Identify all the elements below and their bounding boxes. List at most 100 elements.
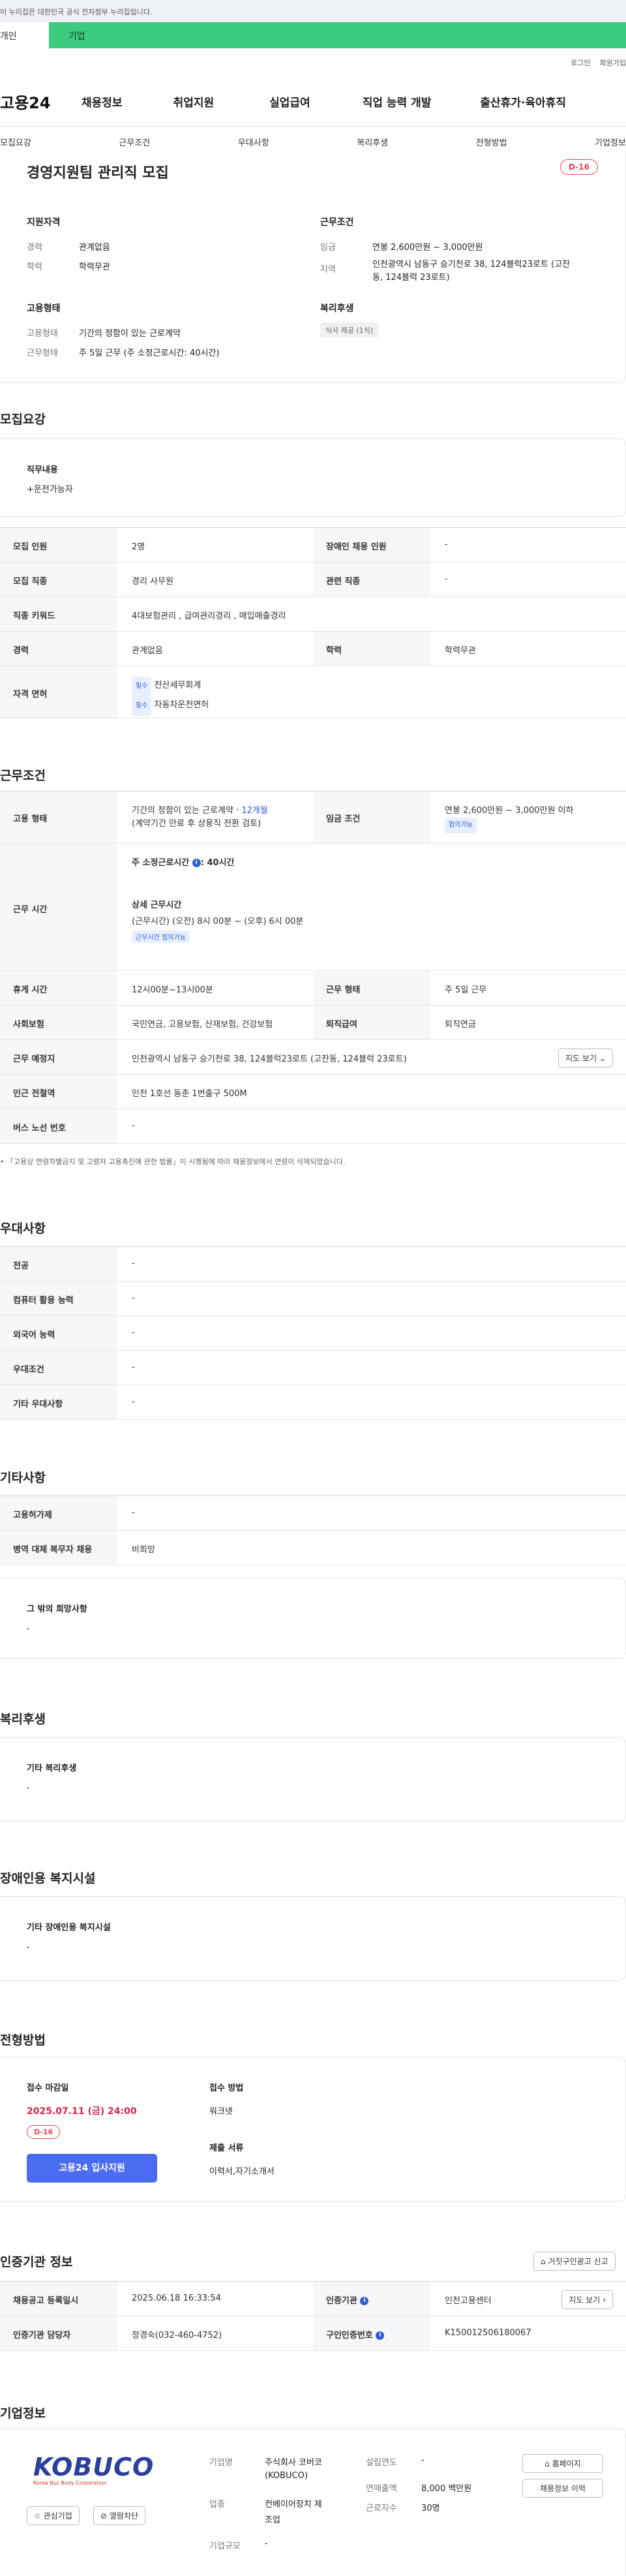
homepage-button[interactable]: ⌂ 홈페이지 <box>522 2454 603 2473</box>
tab-corporate[interactable]: 기업 <box>49 22 626 48</box>
co-size-value: - <box>265 2539 268 2549</box>
hours-chip: 근무시간 협의가능 <box>132 930 190 943</box>
table-row: 사회보험 국민연금, 고용보험, 산재보험, 건강보험 퇴직급여 퇴직연금 <box>0 1005 626 1040</box>
welfare-heading: 복리후생 <box>320 303 354 314</box>
co-industry-value-1: 컨베이어장치 제 <box>265 2500 322 2509</box>
fav-company-button[interactable]: ☆ 관심기업 <box>27 2506 80 2525</box>
etc-value: 비희망 <box>132 1545 155 1555</box>
deadline-label: 접수 마감일 <box>27 2083 69 2093</box>
emp-label: 고용형태 <box>27 329 58 339</box>
co-sales-label: 연매출액 <box>366 2484 397 2494</box>
other-label: 그 밖의 희망사항 <box>27 1604 87 1614</box>
etc-label: 고용허가제 <box>0 1496 117 1530</box>
hours-std-value: : 40시간 <box>200 858 235 868</box>
bus-value: - <box>132 1121 135 1131</box>
wage-value: 연봉 2,600만원 ~ 3,000만원 <box>372 243 483 253</box>
license-list: 필수 전산세무회계 필수 자동차운전면허 <box>117 666 626 718</box>
required-tag: 필수 <box>132 696 152 716</box>
related-label: 관련 직종 <box>313 562 430 596</box>
summary-card: 경영지원팀 관리직 모집 D-16 지원자격 경력 관계없음 학력 학력무관 근… <box>0 151 626 383</box>
report-button-label: 거짓구인광고 신고 <box>548 2257 608 2266</box>
subnav-benefit[interactable]: 복리후생 <box>357 136 388 148</box>
hours-label: 근무 시간 <box>0 844 117 970</box>
duty-card: 직무내용 +운전가능자 <box>0 438 626 517</box>
co-size-label: 기업규모 <box>209 2541 241 2551</box>
table-row: 모집 직종 경리 사무원 관련 직종 - <box>0 562 626 597</box>
place-label: 근무 예정지 <box>0 1040 117 1074</box>
job-title: 경영지원팀 관리직 모집 <box>27 165 169 181</box>
etc-table: 고용허가제 - 병역 대체 복무자 채용 비희망 <box>0 1495 626 1565</box>
info-icon[interactable]: i <box>192 859 201 867</box>
facility-label: 기타 장애인용 복지시설 <box>27 1923 111 1933</box>
related-value: - <box>445 574 448 584</box>
tab-individual[interactable]: 개인 <box>0 22 49 48</box>
retire-label: 퇴직급여 <box>313 1005 430 1039</box>
site-logo[interactable]: 고용24 <box>0 90 82 113</box>
table-row: 인근 전철역 인천 1호선 동춘 1번출구 500M <box>0 1075 626 1109</box>
welfare-tag: 식사 제공 (1식) <box>320 322 379 338</box>
table-row: 우대조건 - <box>0 1351 626 1385</box>
benefit-card: 기타 복리후생 - <box>0 1737 626 1822</box>
info-icon[interactable]: i <box>360 2297 369 2305</box>
subnav-company[interactable]: 기업정보 <box>595 136 626 148</box>
block-button[interactable]: ⊘ 열람차단 <box>93 2506 146 2525</box>
signup-link[interactable]: 회원가입 <box>600 57 626 68</box>
auth-map-label: 지도 보기 <box>569 2295 601 2305</box>
emp-heading: 고용형태 <box>27 303 61 314</box>
contract-period: 12개월 <box>241 806 268 816</box>
facility-heading: 장애인용 복지시설 <box>0 1871 96 1886</box>
table-row: 컴퓨터 활용 능력 - <box>0 1281 626 1316</box>
job-history-button[interactable]: 채용정보 이력 <box>522 2479 603 2498</box>
pref-label: 컴퓨터 활용 능력 <box>0 1281 117 1315</box>
career-row-label: 경력 <box>0 632 117 666</box>
career-label: 경력 <box>27 243 42 253</box>
keyword-value: 4대보험관리 , 급여관리경리 , 매입매출경리 <box>132 611 286 621</box>
facility-value: - <box>27 1942 30 1952</box>
age-note-text: 「고용상 연령차별금지 및 고령자 고용촉진에 관한 법률」이 시행됨에 따라 … <box>7 1158 346 1166</box>
pref-value: - <box>132 1397 135 1407</box>
co-staff-value: 30명 <box>421 2504 440 2513</box>
shift-label: 근무 형태 <box>313 971 430 1005</box>
top-tabs: 개인 기업 <box>0 22 626 48</box>
subnav-recruit[interactable]: 모집요강 <box>0 136 31 148</box>
nav-jobs[interactable]: 채용정보 <box>82 93 123 110</box>
manager-label: 인증기관 담당자 <box>0 2316 117 2350</box>
nav-parental-leave[interactable]: 출산휴가·육아휴직 <box>480 93 566 110</box>
subnav-work[interactable]: 근무조건 <box>119 136 150 148</box>
auth-map-button[interactable]: 지도 보기 › <box>561 2290 613 2309</box>
nav-employment-support[interactable]: 취업지원 <box>173 93 215 110</box>
job-value: 경리 사무원 <box>132 577 173 587</box>
company-card: KOBUCO Korea Bus Body Corporation ☆ 관심기업… <box>0 2429 626 2576</box>
org-label-text: 인증기관 <box>326 2296 357 2306</box>
hours-std-label: 주 소정근로시간 <box>132 858 190 868</box>
co-industry-label: 업종 <box>209 2500 225 2509</box>
keyword-label: 직종 키워드 <box>0 597 117 631</box>
nav-training[interactable]: 직업 능력 개발 <box>363 93 432 110</box>
info-icon[interactable]: i <box>376 2331 385 2340</box>
apply-button[interactable]: 고용24 입사지원 <box>27 2154 157 2183</box>
job-label: 모집 직종 <box>0 562 117 596</box>
co-staff-label: 근로자수 <box>366 2504 397 2513</box>
map-button[interactable]: 지도 보기 ⌄ <box>558 1049 613 1067</box>
other-value: - <box>27 1624 30 1634</box>
subnav-selection[interactable]: 전형방법 <box>476 136 507 148</box>
report-button[interactable]: ⌂ 거짓구인광고 신고 <box>533 2252 616 2271</box>
login-link[interactable]: 로그인 <box>571 57 590 68</box>
table-row: 채용공고 등록일시 2025.06.18 16:33:54 인증기관 i 인천고… <box>0 2282 626 2316</box>
benefit-heading: 복리후생 <box>0 1712 46 1726</box>
pref-label: 전공 <box>0 1247 117 1281</box>
license-label: 자격 면허 <box>0 666 117 718</box>
auth-no-text: 구인인증번호 <box>326 2331 373 2340</box>
nav-unemployment[interactable]: 실업급여 <box>269 93 310 110</box>
table-row: 외국어 능력 - <box>0 1316 626 1351</box>
disabled-label: 장애인 채용 인원 <box>313 528 430 562</box>
subnav-pref[interactable]: 우대사항 <box>238 136 269 148</box>
auth-table: 채용공고 등록일시 2025.06.18 16:33:54 인증기관 i 인천고… <box>0 2281 626 2351</box>
required-tag: 필수 <box>132 677 152 696</box>
reg-value: 2025.06.18 16:33:54 <box>132 2293 221 2303</box>
co-sales-value: 8,000 백만원 <box>421 2484 472 2494</box>
fav-label: 관심기업 <box>43 2511 72 2521</box>
wage-label: 임금 <box>320 243 336 253</box>
edu-label: 학력 <box>27 262 42 272</box>
auth-no-value: K150012506180067 <box>445 2328 531 2338</box>
